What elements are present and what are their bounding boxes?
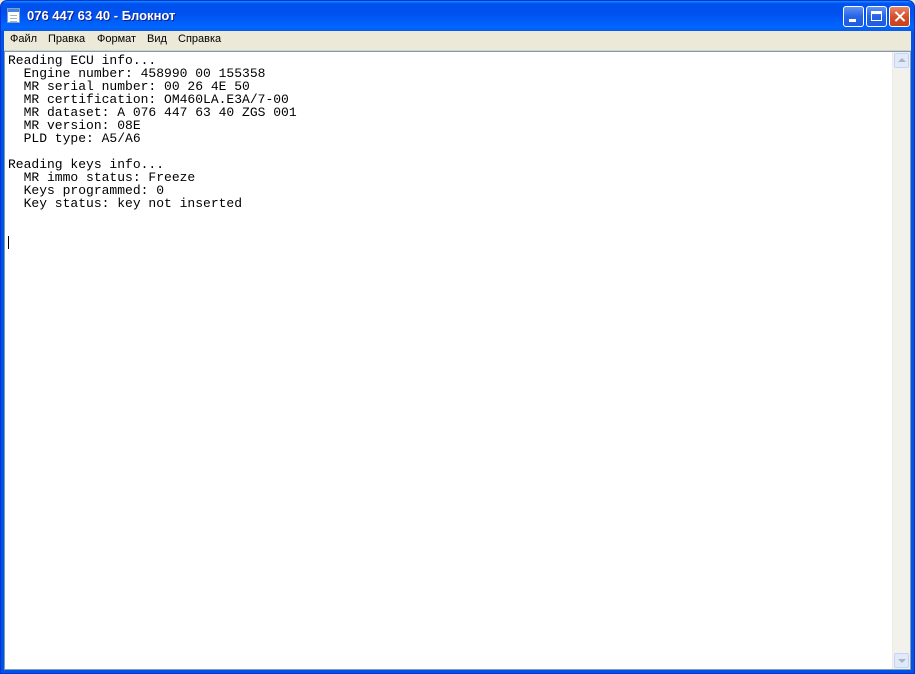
scroll-down-button[interactable] — [894, 653, 909, 668]
vertical-scrollbar[interactable] — [892, 52, 910, 669]
text-editor-area[interactable]: Reading ECU info... Engine number: 45899… — [4, 51, 911, 670]
scroll-down-arrow-icon — [898, 659, 906, 663]
title-bar[interactable]: 076 447 63 40 - Блокнот — [1, 1, 914, 31]
maximize-icon — [871, 11, 882, 21]
window-title: 076 447 63 40 - Блокнот — [27, 8, 176, 23]
minimize-button[interactable] — [843, 6, 864, 27]
menu-file[interactable]: Файл — [7, 33, 40, 45]
text-caret — [8, 236, 9, 249]
menu-view[interactable]: Вид — [144, 33, 170, 45]
scroll-up-button[interactable] — [894, 53, 909, 68]
menu-edit[interactable]: Правка — [45, 33, 88, 45]
document-text[interactable]: Reading ECU info... Engine number: 45899… — [8, 54, 297, 210]
notepad-window: 076 447 63 40 - Блокнот Файл Правка Форм… — [0, 0, 915, 674]
scroll-up-arrow-icon — [898, 58, 906, 62]
maximize-button[interactable] — [866, 6, 887, 27]
menu-bar: Файл Правка Формат Вид Справка — [4, 31, 911, 51]
close-button[interactable] — [889, 6, 910, 27]
minimize-icon — [849, 19, 856, 22]
menu-help[interactable]: Справка — [175, 33, 224, 45]
close-icon — [890, 7, 909, 26]
notepad-icon[interactable] — [7, 8, 20, 23]
menu-format[interactable]: Формат — [94, 33, 139, 45]
